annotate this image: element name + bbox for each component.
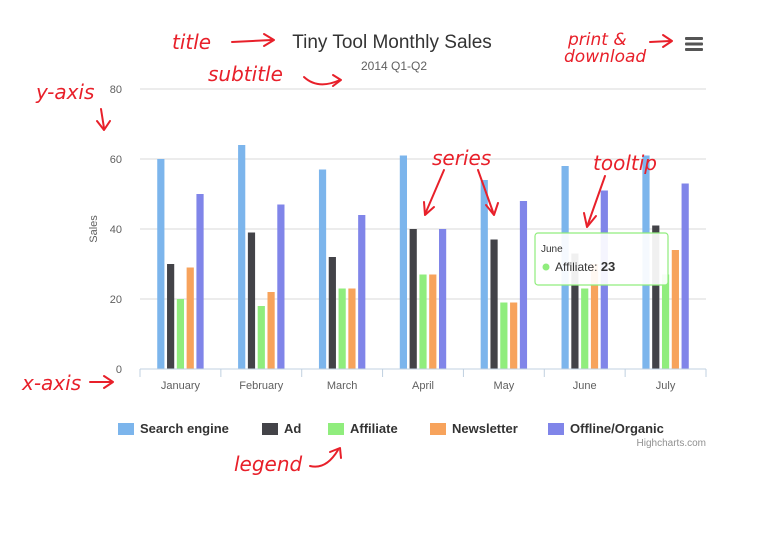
bar-affiliate-january[interactable] — [176, 299, 185, 369]
annotation-x-axis: x-axis — [21, 371, 81, 395]
annotation-tooltip: tooltip — [593, 151, 657, 175]
bar-offline-organic-may[interactable] — [519, 201, 528, 369]
bar-newsletter-march[interactable] — [348, 288, 356, 370]
chart-svg: Tiny Tool Monthly Sales 2014 Q1-Q2 0 20 40… — [21, 30, 707, 476]
bar-affiliate-february[interactable] — [257, 306, 265, 369]
x-tick-label: May — [493, 380, 514, 392]
y-tick-label: 80 — [110, 84, 122, 96]
y-axis: 0 20 40 60 80 — [110, 84, 122, 376]
bar-newsletter-may[interactable] — [510, 302, 518, 370]
legend-item-offline-organic[interactable]: Offline/Organic — [548, 421, 664, 436]
legend-swatch — [262, 423, 278, 435]
chart-container: Tiny Tool Monthly Sales 2014 Q1-Q2 0 20 40… — [0, 0, 767, 534]
y-axis-title: Sales — [88, 215, 100, 243]
bar-search-engine-may[interactable] — [480, 180, 488, 369]
bar-affiliate-june[interactable] — [581, 288, 589, 370]
legend-item-search-engine[interactable]: Search engine — [118, 421, 229, 436]
bar-ad-february[interactable] — [247, 232, 256, 370]
bar-affiliate-july[interactable] — [661, 274, 670, 370]
tooltip-category: June — [541, 244, 563, 255]
bar-ad-may[interactable] — [490, 239, 498, 370]
bar-offline-organic-april[interactable] — [439, 229, 447, 369]
tooltip-value: 23 — [601, 259, 615, 274]
credits-link[interactable]: Highcharts.com — [637, 438, 706, 449]
annotation-series: series — [432, 146, 491, 170]
bar-ad-april[interactable] — [409, 229, 417, 369]
annotation-legend: legend — [234, 452, 303, 476]
annotation-y-axis: y-axis — [35, 80, 94, 104]
annotation-title: title — [172, 30, 211, 54]
bar-offline-organic-february[interactable] — [277, 204, 285, 370]
tooltip: June Affiliate: 23 — [534, 232, 669, 286]
legend-label: Newsletter — [452, 421, 518, 436]
svg-text:Affiliate: 23: Affiliate: 23 — [555, 259, 615, 274]
legend-item-newsletter[interactable]: Newsletter — [430, 421, 518, 436]
x-axis: January February March April May June July — [139, 368, 707, 392]
x-tick-label: April — [412, 380, 434, 392]
bar-search-engine-february[interactable] — [238, 145, 246, 369]
tooltip-label: Affiliate: — [555, 260, 601, 274]
bar-affiliate-march[interactable] — [338, 288, 346, 370]
legend-swatch — [328, 423, 344, 435]
bar-newsletter-january[interactable] — [186, 267, 194, 370]
chart-subtitle: 2014 Q1-Q2 — [361, 59, 427, 73]
bar-search-engine-april[interactable] — [399, 155, 407, 370]
legend-label: Ad — [284, 421, 301, 436]
legend-item-affiliate[interactable]: Affiliate — [328, 421, 398, 436]
annotation-subtitle: subtitle — [208, 62, 283, 86]
bar-offline-organic-july[interactable] — [681, 183, 689, 370]
bar-offline-organic-march[interactable] — [358, 215, 366, 369]
legend: Search engine Ad Affiliate Newsletter Offlin… — [118, 421, 664, 436]
x-tick-label: June — [573, 380, 597, 392]
bar-newsletter-april[interactable] — [429, 274, 437, 370]
y-tick-label: 40 — [110, 224, 122, 236]
chart-title: Tiny Tool Monthly Sales — [292, 32, 492, 53]
legend-swatch — [548, 423, 564, 435]
legend-label: Search engine — [140, 421, 229, 436]
bar-affiliate-april[interactable] — [419, 274, 427, 370]
legend-swatch — [430, 423, 446, 435]
bar-newsletter-july[interactable] — [671, 250, 679, 369]
bar-search-engine-march[interactable] — [318, 169, 327, 370]
annotation-download: download — [564, 47, 646, 67]
bar-ad-march[interactable] — [328, 257, 336, 369]
legend-label: Offline/Organic — [570, 421, 664, 436]
bar-offline-organic-january[interactable] — [196, 194, 204, 369]
bar-ad-january[interactable] — [167, 264, 175, 369]
x-tick-label: January — [161, 380, 201, 392]
x-tick-label: February — [239, 380, 284, 392]
x-tick-label: March — [327, 380, 358, 392]
x-tick-label: July — [656, 380, 676, 392]
bar-affiliate-may[interactable] — [500, 302, 508, 370]
legend-label: Affiliate — [350, 421, 398, 436]
y-tick-label: 0 — [116, 364, 122, 376]
legend-item-ad[interactable]: Ad — [262, 421, 301, 436]
y-tick-label: 60 — [110, 154, 122, 166]
y-tick-label: 20 — [110, 294, 122, 306]
legend-swatch — [118, 423, 134, 435]
hamburger-menu-icon[interactable] — [683, 34, 705, 54]
bar-newsletter-february[interactable] — [267, 292, 275, 369]
tooltip-marker — [542, 263, 550, 271]
bar-search-engine-january[interactable] — [157, 159, 165, 369]
